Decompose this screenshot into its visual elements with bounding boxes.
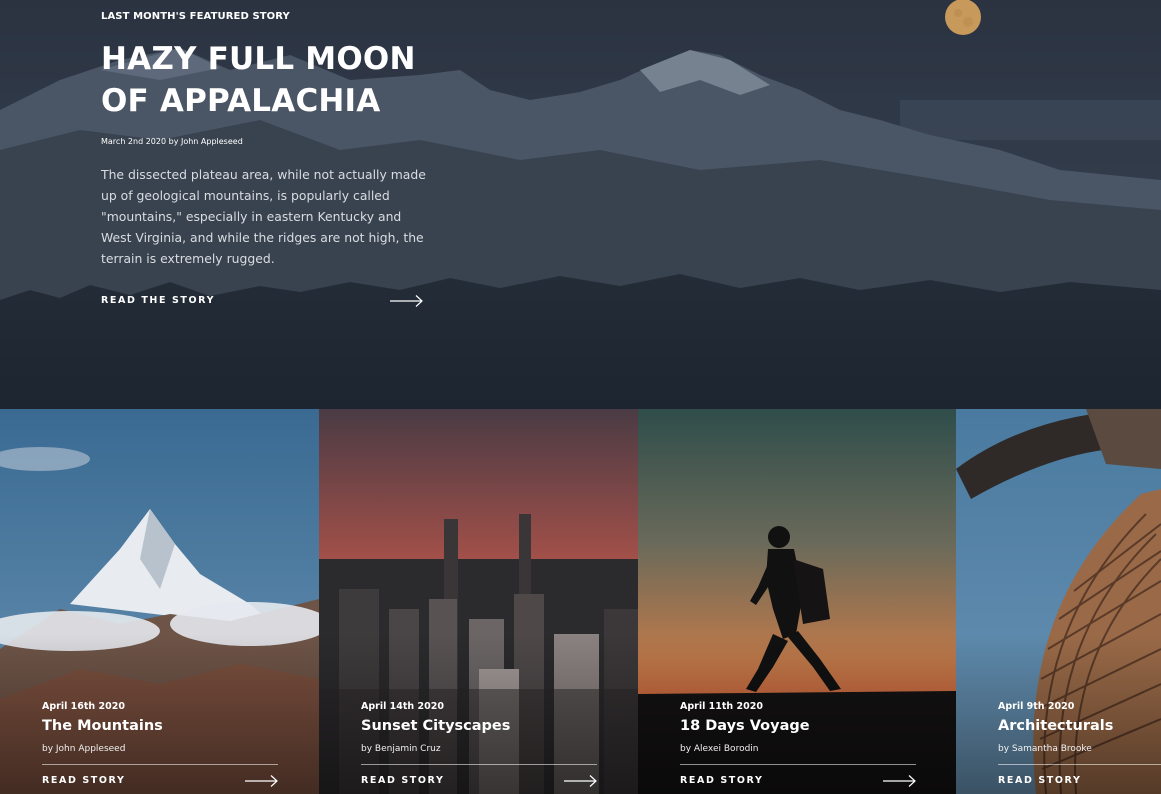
story-card-architecturals[interactable]: April 9th 2020 Architecturals by Samanth… [956, 409, 1161, 794]
read-story-link[interactable]: READ STORY [998, 775, 1081, 786]
card-divider [361, 764, 597, 765]
card-title[interactable]: Architecturals [998, 718, 1113, 734]
featured-story-hero: LAST MONTH'S FEATURED STORY HAZY FULL MO… [0, 0, 1161, 409]
read-story-link[interactable]: READ STORY [361, 775, 444, 786]
featured-excerpt: The dissected plateau area, while not ac… [101, 167, 426, 266]
card-title[interactable]: 18 Days Voyage [680, 718, 810, 734]
card-date: April 14th 2020 [361, 701, 444, 712]
featured-byline: March 2nd 2020 by John Appleseed [101, 137, 243, 146]
read-story-link[interactable]: READ STORY [42, 775, 125, 786]
card-date: April 9th 2020 [998, 701, 1075, 712]
story-card-18-days-voyage[interactable]: April 11th 2020 18 Days Voyage by Alexei… [638, 409, 956, 794]
arrow-right-icon[interactable] [245, 774, 279, 788]
card-title[interactable]: Sunset Cityscapes [361, 718, 510, 734]
card-gradient [638, 634, 956, 794]
card-divider [998, 764, 1161, 765]
read-story-link[interactable]: READ STORY [680, 775, 763, 786]
read-the-story-link[interactable]: READ THE STORY [101, 295, 215, 306]
arrow-right-icon[interactable] [564, 774, 598, 788]
card-date: April 11th 2020 [680, 701, 763, 712]
arrow-right-icon[interactable] [390, 294, 424, 308]
card-author: by John Appleseed [42, 744, 126, 754]
card-divider [680, 764, 916, 765]
featured-eyebrow: LAST MONTH'S FEATURED STORY [101, 11, 290, 22]
moon-icon [945, 0, 981, 35]
story-card-the-mountains[interactable]: April 16th 2020 The Mountains by John Ap… [0, 409, 319, 794]
featured-title: HAZY FULL MOON OF APPALACHIA [101, 41, 416, 119]
story-cards: April 16th 2020 The Mountains by John Ap… [0, 409, 1161, 794]
card-author: by Benjamin Cruz [361, 744, 441, 754]
card-title[interactable]: The Mountains [42, 718, 163, 734]
card-gradient [0, 634, 319, 794]
card-gradient [319, 634, 638, 794]
card-author: by Samantha Brooke [998, 744, 1092, 754]
card-gradient [956, 634, 1161, 794]
card-author: by Alexei Borodin [680, 744, 759, 754]
arrow-right-icon[interactable] [883, 774, 917, 788]
card-divider [42, 764, 278, 765]
story-card-sunset-cityscapes[interactable]: April 14th 2020 Sunset Cityscapes by Ben… [319, 409, 638, 794]
card-date: April 16th 2020 [42, 701, 125, 712]
